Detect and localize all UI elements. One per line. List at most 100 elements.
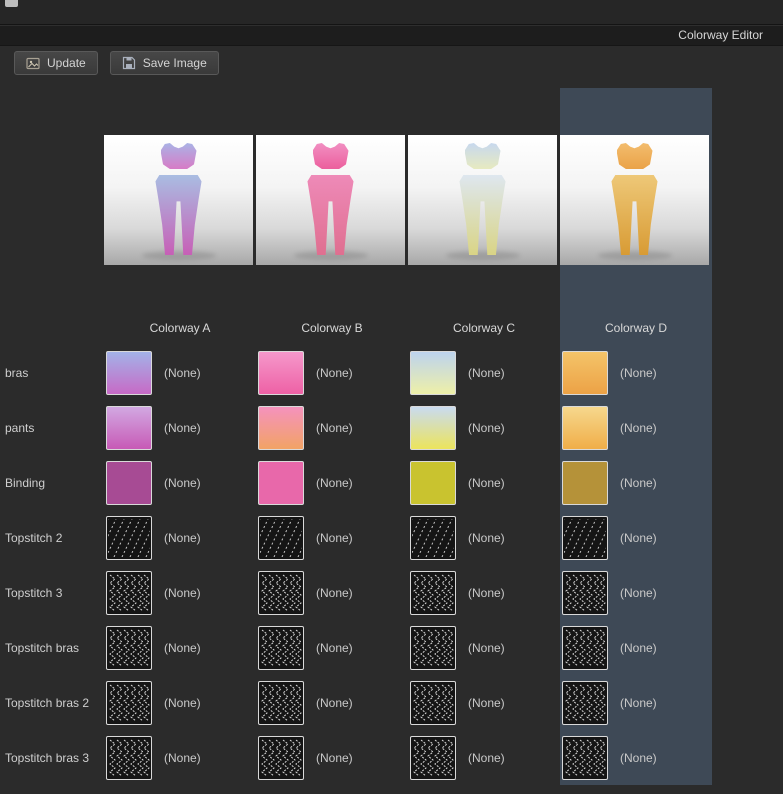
stitch-swatch[interactable] (258, 625, 304, 670)
panel-title: Colorway Editor (678, 28, 763, 42)
diagonal-stitch-icon (564, 518, 606, 557)
top-strip (0, 0, 783, 24)
colorway-c-thumbnail[interactable] (408, 135, 557, 265)
cell-topstitch-bras2-d: (None) (560, 675, 712, 730)
texture-value: (None) (468, 640, 505, 655)
fabric-labels-column: bras pants Binding Topstitch 2 Topstitch… (0, 88, 104, 785)
color-swatch[interactable] (106, 350, 152, 395)
zigzag-stitch-icon (564, 629, 606, 667)
color-swatch[interactable] (258, 350, 304, 395)
stitch-swatch[interactable] (410, 570, 456, 615)
row-label-bras: bras (5, 365, 29, 380)
stitch-swatch[interactable] (106, 625, 152, 670)
cell-topstitch3-c: (None) (408, 565, 560, 620)
zigzag-stitch-icon (260, 629, 302, 667)
stitch-swatch[interactable] (562, 680, 608, 725)
colorway-d-header[interactable]: Colorway D (560, 265, 712, 345)
row-label-binding: Binding (5, 475, 46, 490)
colorway-b-thumbnail[interactable] (256, 135, 405, 265)
zigzag-stitch-icon (260, 739, 302, 777)
texture-value: (None) (468, 530, 505, 545)
texture-value: (None) (316, 365, 353, 380)
color-swatch[interactable] (410, 460, 456, 505)
diagonal-stitch-icon (412, 518, 454, 557)
cell-pants-b: (None) (256, 400, 408, 455)
labels-spacer (0, 88, 104, 345)
zigzag-stitch-icon (564, 574, 606, 612)
cell-topstitch2-c: (None) (408, 510, 560, 565)
stitch-swatch[interactable] (562, 625, 608, 670)
texture-value: (None) (468, 475, 505, 490)
stitch-swatch[interactable] (258, 515, 304, 560)
bra-garment (312, 143, 349, 169)
colorway-column-a: Colorway A (None) (None) (None) (None) (… (104, 88, 256, 785)
stitch-swatch[interactable] (258, 570, 304, 615)
color-swatch[interactable] (562, 350, 608, 395)
cell-pants-c: (None) (408, 400, 560, 455)
zigzag-stitch-icon (412, 629, 454, 667)
garment-shadow (141, 251, 216, 260)
pants-garment (611, 175, 658, 255)
pants-garment (155, 175, 202, 255)
stitch-swatch[interactable] (106, 680, 152, 725)
texture-value: (None) (164, 475, 201, 490)
stitch-swatch[interactable] (258, 735, 304, 780)
colorway-a-thumbnail[interactable] (104, 135, 253, 265)
stitch-swatch[interactable] (410, 515, 456, 560)
cell-topstitch-bras-b: (None) (256, 620, 408, 675)
texture-value: (None) (316, 475, 353, 490)
stitch-swatch[interactable] (562, 570, 608, 615)
color-swatch[interactable] (258, 405, 304, 450)
cell-topstitch2-a: (None) (104, 510, 256, 565)
cell-topstitch-bras-a: (None) (104, 620, 256, 675)
color-swatch[interactable] (562, 405, 608, 450)
color-swatch[interactable] (106, 405, 152, 450)
cell-topstitch-bras-d: (None) (560, 620, 712, 675)
garment-shadow (445, 251, 520, 260)
zigzag-stitch-icon (564, 739, 606, 777)
zigzag-stitch-icon (108, 739, 150, 777)
texture-value: (None) (316, 420, 353, 435)
colorway-a-header[interactable]: Colorway A (104, 265, 256, 345)
color-swatch[interactable] (562, 460, 608, 505)
stitch-swatch[interactable] (106, 735, 152, 780)
colorway-column-d: Colorway D (None) (None) (None) (None) (… (560, 88, 712, 785)
row-label-topstitch-3: Topstitch 3 (5, 585, 63, 600)
colorway-table: bras pants Binding Topstitch 2 Topstitch… (0, 88, 783, 785)
cell-topstitch-bras3-a: (None) (104, 730, 256, 785)
diagonal-stitch-icon (108, 518, 150, 557)
cell-binding-d: (None) (560, 455, 712, 510)
color-swatch[interactable] (410, 350, 456, 395)
zigzag-stitch-icon (108, 574, 150, 612)
stitch-swatch[interactable] (562, 735, 608, 780)
color-swatch[interactable] (258, 460, 304, 505)
colorway-d-thumbnail[interactable] (560, 135, 709, 265)
diagonal-stitch-icon (260, 518, 302, 557)
cell-binding-c: (None) (408, 455, 560, 510)
pants-garment (459, 175, 506, 255)
cell-topstitch-bras2-c: (None) (408, 675, 560, 730)
color-swatch[interactable] (410, 405, 456, 450)
stitch-swatch[interactable] (106, 515, 152, 560)
cell-topstitch3-b: (None) (256, 565, 408, 620)
stitch-swatch[interactable] (258, 680, 304, 725)
update-button[interactable]: Update (14, 51, 98, 75)
row-label-topstitch-bras-3: Topstitch bras 3 (5, 750, 90, 765)
texture-value: (None) (316, 585, 353, 600)
texture-value: (None) (164, 420, 201, 435)
texture-value: (None) (316, 750, 353, 765)
cell-topstitch-bras2-b: (None) (256, 675, 408, 730)
stitch-swatch[interactable] (562, 515, 608, 560)
stitch-swatch[interactable] (410, 625, 456, 670)
texture-value: (None) (620, 640, 657, 655)
column-top-spacer (104, 88, 256, 135)
colorway-c-header[interactable]: Colorway C (408, 265, 560, 345)
stitch-swatch[interactable] (106, 570, 152, 615)
save-image-button[interactable]: Save Image (109, 51, 219, 75)
texture-value: (None) (468, 695, 505, 710)
texture-value: (None) (164, 750, 201, 765)
stitch-swatch[interactable] (410, 680, 456, 725)
stitch-swatch[interactable] (410, 735, 456, 780)
color-swatch[interactable] (106, 460, 152, 505)
colorway-b-header[interactable]: Colorway B (256, 265, 408, 345)
